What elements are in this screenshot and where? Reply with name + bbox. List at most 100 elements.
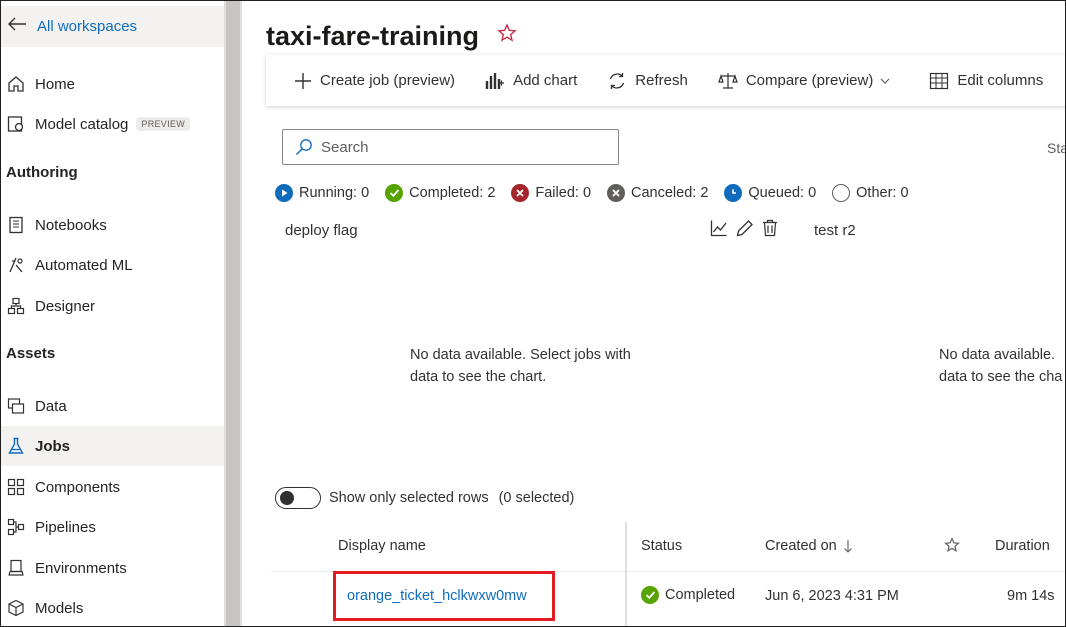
chart1-empty-message: No data available. Select jobs with data… [410,344,670,388]
scale-icon [717,72,738,89]
column-header-duration[interactable]: Duration [995,538,1050,554]
selected-count: (0 selected) [498,490,575,506]
highlight-box [333,571,555,621]
compare-label: Compare (preview) [745,72,874,89]
section-authoring: Authoring [6,164,78,181]
environments-icon [6,558,26,578]
model-catalog-icon [6,114,26,134]
arrow-left-icon [7,16,27,37]
job-duration: 9m 14s [1007,588,1055,604]
sidebar-item-notebooks[interactable]: Notebooks [1,205,224,245]
status-queued-label: Queued: 0 [748,185,817,201]
sidebar-item-model-catalog[interactable]: Model catalog PREVIEW [1,104,224,144]
job-status-label: Completed [665,587,736,603]
status-completed[interactable]: Completed: 2 [385,184,495,202]
refresh-label: Refresh [635,72,688,89]
favorite-column-star-icon[interactable] [944,537,960,557]
sidebar-item-components[interactable]: Components [1,467,224,507]
canceled-circle-icon [607,184,626,202]
job-created-on: Jun 6, 2023 4:31 PM [765,588,899,604]
status-canceled[interactable]: Canceled: 2 [607,184,708,202]
add-chart-label: Add chart [513,72,578,89]
chart-title-deploy-flag: deploy flag [285,222,358,239]
sort-descending-icon [843,540,852,553]
sidebar-item-label: Data [35,397,67,415]
delete-trash-icon[interactable] [762,219,778,237]
empty-message-line: data to see the cha [939,369,1063,385]
status-canceled-label: Canceled: 2 [631,185,709,201]
created-on-label: Created on [765,538,837,554]
sidebar-item-label: Jobs [35,437,71,455]
toggle-label: Show only selected rows [329,490,489,506]
main-content: taxi-fare-training Create job (preview) … [242,1,1065,626]
status-failed[interactable]: Failed: 0 [511,184,591,202]
edit-columns-button[interactable]: Edit columns [929,72,1043,90]
add-chart-button[interactable]: Add chart [485,72,577,90]
app-window: All workspaces Home Model catalog PREVIE… [0,0,1066,627]
page-title: taxi-fare-training [266,21,480,51]
error-circle-icon [511,184,530,202]
favorite-star-icon[interactable] [497,23,517,48]
selected-rows-toggle-row: Show only selected rows (0 selected) [275,487,574,509]
models-icon [6,598,26,618]
sidebar-item-home[interactable]: Home [1,64,224,104]
create-job-label: Create job (preview) [320,72,456,89]
sidebar-item-data[interactable]: Data [1,386,224,426]
all-workspaces-label: All workspaces [37,18,138,35]
status-completed-label: Completed: 2 [409,185,496,201]
toggle-knob [280,491,294,505]
sidebar-item-pipelines[interactable]: Pipelines [1,507,224,547]
edit-pencil-icon[interactable] [736,219,754,237]
sidebar-splitter[interactable] [224,1,242,626]
components-icon [6,477,26,497]
automated-ml-icon [6,255,26,275]
compare-dropdown-button[interactable]: Compare (preview) [717,71,900,91]
column-header-status[interactable]: Status [641,538,682,554]
sidebar-item-label: Home [35,75,76,93]
empty-message-line: No data available. Select jobs with [410,347,631,363]
clock-icon [724,184,743,202]
refresh-button[interactable]: Refresh [607,71,688,91]
plus-icon [295,72,311,89]
jobs-grid-header: Display name Status Created on Duration [271,522,1065,626]
notebook-icon [6,215,26,235]
check-circle-icon [385,184,404,202]
sidebar-item-label: Model catalog [35,115,129,133]
chart-actions [710,219,786,237]
status-filter-label[interactable]: Sta [1047,140,1065,156]
column-header-display-name[interactable]: Display name [338,538,426,554]
status-other[interactable]: Other: 0 [832,184,909,202]
pipelines-icon [6,517,26,537]
status-running-label: Running: 0 [299,185,370,201]
sidebar-item-label: Environments [35,559,127,577]
chart-title-test-r2: test r2 [814,222,856,239]
home-icon [6,74,26,94]
sidebar-item-label: Models [35,599,84,617]
sidebar-item-label: Pipelines [35,518,96,536]
sidebar-item-jobs[interactable]: Jobs [1,426,224,466]
status-queued[interactable]: Queued: 0 [724,184,816,202]
table-columns-icon [930,72,949,89]
sidebar-item-label: Automated ML [35,256,133,274]
empty-message-line: No data available. [939,347,1056,363]
sidebar-item-designer[interactable]: Designer [1,286,224,326]
line-chart-icon[interactable] [710,219,728,237]
status-running[interactable]: Running: 0 [275,184,369,202]
status-other-label: Other: 0 [856,185,909,201]
column-header-created-on[interactable]: Created on [765,538,853,554]
refresh-icon [610,72,625,89]
sidebar-item-models[interactable]: Models [1,588,224,626]
empty-circle-icon [832,184,851,202]
bar-chart-icon [485,72,505,89]
status-failed-label: Failed: 0 [535,185,592,201]
show-selected-toggle[interactable] [275,487,321,509]
sidebar-item-automated-ml[interactable]: Automated ML [1,245,224,285]
check-circle-icon [641,586,659,604]
job-status: Completed [641,586,735,604]
create-job-button[interactable]: Create job (preview) [294,72,455,90]
sidebar-item-environments[interactable]: Environments [1,548,224,588]
all-workspaces-link[interactable]: All workspaces [1,6,224,47]
search-input[interactable]: Search [282,129,619,165]
chart2-empty-message: No data available. data to see the cha [939,344,1065,388]
left-nav: All workspaces Home Model catalog PREVIE… [1,1,224,626]
